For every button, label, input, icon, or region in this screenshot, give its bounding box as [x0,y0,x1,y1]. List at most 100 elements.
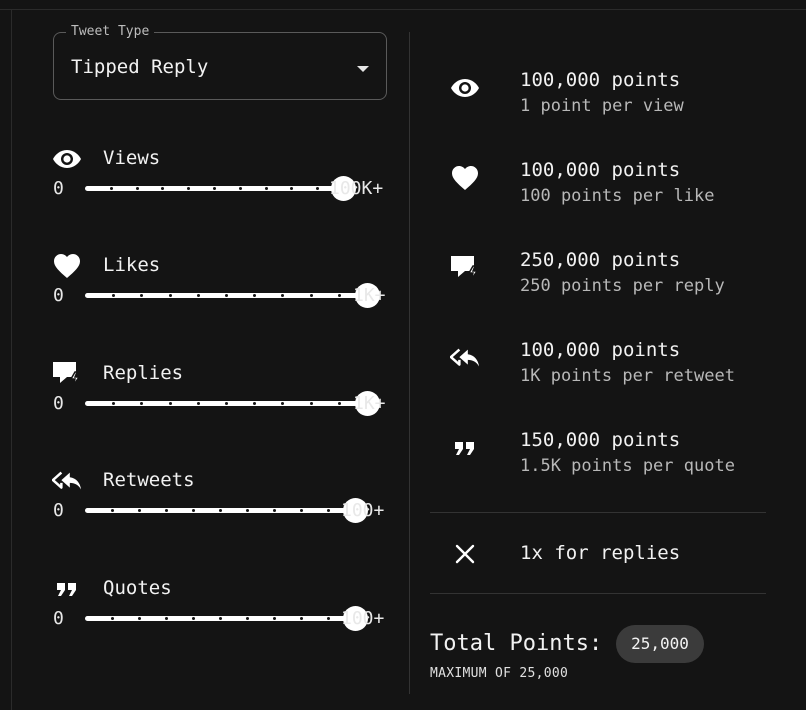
points-row-likes: 100,000 points 100 points per like [430,159,770,224]
points-row-retweets: 100,000 points 1K points per retweet [430,339,770,404]
slider-tick [219,509,222,512]
slider-tick [337,402,341,405]
multiplier-text: 1x for replies [520,542,681,564]
retweet-icon [52,467,82,495]
slider-tick [337,294,341,297]
slider-tick [138,617,141,620]
slider-tick [109,187,113,190]
metric-label: Retweets [103,469,195,491]
slider-tick [140,402,144,405]
close-icon [453,542,477,566]
likes-slider[interactable] [85,283,380,308]
reply-icon [52,360,82,388]
slider-tick [192,617,195,620]
maximum-note: MAXIMUM OF 25,000 [430,666,569,681]
reply-icon [450,254,480,282]
slider-tick [112,294,116,297]
top-border [0,0,806,10]
slider-tick [165,509,168,512]
divider [430,593,766,594]
slider-max-label: 100K+ [329,178,384,199]
slider-tick [138,509,141,512]
left-border [11,10,12,710]
slider-tick [281,294,285,297]
slider-tick [161,187,165,190]
eye-icon [52,145,82,173]
points-rate: 1K points per retweet [520,366,735,386]
slider-tick [140,294,144,297]
slider-max-label: 1K+ [353,285,386,306]
quotes-slider[interactable] [85,606,368,631]
slider-tick [309,402,313,405]
points-row-views: 100,000 points 1 point per view [430,69,770,134]
slider-tick [165,617,168,620]
multiplier-row: 1x for replies [430,540,766,570]
slider-min-label: 0 [53,500,64,521]
tweet-type-select[interactable]: Tweet Type Tipped Reply [53,24,387,100]
slider-tick [327,509,330,512]
points-title: 150,000 points [520,429,681,451]
slider-tick [213,187,216,190]
slider-tick [253,402,257,405]
slider-tick [238,187,242,190]
slider-tick [219,617,222,620]
slider-min-label: 0 [53,393,64,414]
heart-icon [52,252,82,280]
metric-quotes: Quotes 0 100+ [52,575,392,635]
retweet-icon [450,344,480,372]
quote-icon [450,434,480,462]
slider-min-label: 0 [53,285,64,306]
slider-tick [264,187,268,190]
total-points-value: 25,000 [616,625,704,663]
metric-label: Replies [103,362,184,384]
slider-tick [225,402,228,405]
quote-icon [52,575,82,603]
slider-tick [135,187,139,190]
slider-tick [253,294,257,297]
slider-max-label: 1K+ [353,393,386,414]
slider-min-label: 0 [53,608,64,629]
slider-tick [290,187,294,190]
slider-tick [327,617,330,620]
metric-label: Views [103,147,161,169]
points-row-replies: 250,000 points 250 points per reply [430,249,770,314]
slider-tick [192,509,195,512]
slider-tick [111,509,114,512]
metric-label: Likes [103,254,161,276]
slider-tick [273,617,276,620]
metric-label: Quotes [103,577,172,599]
slider-tick [281,402,285,405]
slider-tick [111,617,114,620]
total-points-label: Total Points: [430,631,603,656]
slider-tick [196,402,200,405]
slider-tick [300,509,303,512]
metric-replies: Replies 0 1K+ [52,360,392,420]
points-rate: 250 points per reply [520,276,725,296]
eye-icon [450,74,480,102]
slider-tick [112,402,116,405]
points-title: 100,000 points [520,339,681,361]
views-slider[interactable] [85,176,356,201]
slider-tick [187,187,191,190]
slider-tick [168,294,172,297]
slider-min-label: 0 [53,178,64,199]
slider-tick [309,294,313,297]
replies-slider[interactable] [85,391,380,416]
slider-tick [225,294,228,297]
metric-views: Views 0 100K+ [52,145,392,205]
points-rate: 1 point per view [520,96,684,116]
slider-max-label: 100+ [341,608,385,629]
column-divider [409,32,410,694]
slider-tick [300,617,303,620]
points-title: 100,000 points [520,159,681,181]
slider-tick [196,294,200,297]
slider-max-label: 100+ [341,500,385,521]
slider-tick [246,509,249,512]
slider-tick [168,402,172,405]
metric-likes: Likes 0 1K+ [52,252,392,312]
points-rate: 1.5K points per quote [520,456,735,476]
slider-tick [246,617,249,620]
retweets-slider[interactable] [85,498,368,523]
tweet-type-legend: Tweet Type [66,24,155,40]
slider-tick [273,509,276,512]
